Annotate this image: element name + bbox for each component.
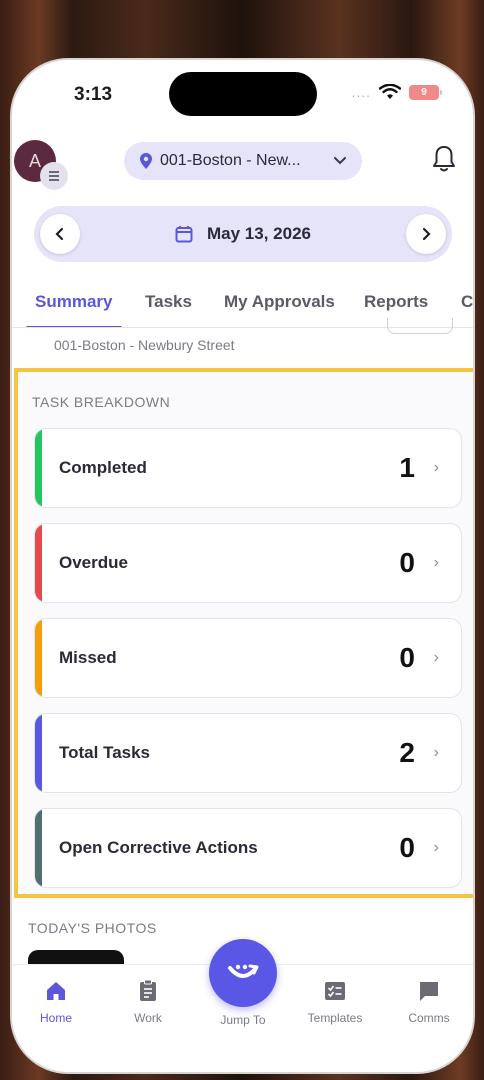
nav-label: Comms: [408, 1011, 450, 1025]
card-label: Total Tasks: [59, 743, 151, 762]
overdue-card[interactable]: Overdue 0 ›: [34, 523, 462, 603]
date-bar: May 13, 2026: [34, 206, 452, 262]
chevron-right-icon: ›: [433, 744, 439, 761]
menu-icon[interactable]: [40, 162, 68, 190]
card-label: Overdue: [59, 553, 128, 572]
task-breakdown-section: TASK BREAKDOWN Completed 1 › Overdue 0 ›…: [14, 368, 473, 898]
chevron-right-icon: ›: [433, 649, 439, 666]
status-color-bar: [35, 524, 42, 602]
location-pin-icon: [140, 153, 152, 169]
signal-icon: ....: [351, 84, 371, 100]
tab-reports[interactable]: Reports: [364, 292, 428, 312]
tab-tasks[interactable]: Tasks: [145, 292, 192, 312]
open-corrective-actions-card[interactable]: Open Corrective Actions 0 ›: [34, 808, 462, 888]
date-label: May 13, 2026: [207, 224, 311, 243]
jump-icon: [228, 964, 259, 978]
status-color-bar: [35, 714, 42, 792]
tab-overflow[interactable]: C: [461, 292, 473, 312]
status-color-bar: [35, 619, 42, 697]
card-count: 0: [399, 832, 415, 863]
chevron-right-icon: ›: [433, 459, 439, 476]
bottom-nav: Home Work Jump To Templates Comms: [12, 939, 473, 1072]
tab-my-approvals[interactable]: My Approvals: [224, 292, 335, 312]
total-tasks-card[interactable]: Total Tasks 2 ›: [34, 713, 462, 793]
status-color-bar: [35, 429, 42, 507]
nav-label: Jump To: [220, 1013, 266, 1027]
date-picker[interactable]: May 13, 2026: [34, 206, 452, 262]
section-title: TASK BREAKDOWN: [32, 394, 171, 410]
nav-label: Templates: [307, 1011, 363, 1025]
completed-card[interactable]: Completed 1 ›: [34, 428, 462, 508]
calendar-icon: [175, 226, 193, 243]
next-date-button[interactable]: [406, 214, 446, 254]
chevron-right-icon: [422, 227, 431, 241]
missed-card[interactable]: Missed 0 ›: [34, 618, 462, 698]
nav-work[interactable]: Work: [108, 979, 188, 1025]
wifi-icon: [379, 84, 401, 99]
nav-label: Home: [39, 1011, 72, 1025]
card-count: 2: [399, 737, 415, 768]
header: A 001-Boston - New...: [12, 138, 473, 190]
card-label: Completed: [59, 458, 147, 477]
location-selector[interactable]: 001-Boston - New...: [124, 142, 362, 180]
home-icon: [47, 982, 65, 1000]
nav-templates[interactable]: Templates: [295, 979, 375, 1025]
photos-section-title: TODAY'S PHOTOS: [28, 920, 157, 936]
status-icons: .... 9: [351, 84, 442, 100]
bell-icon[interactable]: [431, 144, 457, 174]
card-label: Open Corrective Actions: [59, 838, 258, 857]
card-count: 0: [399, 642, 415, 673]
location-subtitle: 001-Boston - Newbury Street: [54, 337, 235, 353]
chat-icon: [420, 982, 438, 1001]
nav-label: Work: [134, 1011, 162, 1025]
jump-to-button[interactable]: [209, 939, 277, 1007]
status-color-bar: [35, 809, 42, 887]
status-bar: 3:13 .... 9: [12, 60, 473, 130]
partial-button[interactable]: [387, 318, 453, 334]
card-count: 0: [399, 547, 415, 578]
card-count: 1: [399, 452, 415, 483]
location-label: 001-Boston - New...: [160, 152, 301, 169]
chevron-right-icon: ›: [433, 839, 439, 856]
card-label: Missed: [59, 648, 117, 667]
battery-icon: 9: [409, 84, 442, 100]
phone-screen: 3:13 .... 9 A 001-Boston - New... May 13…: [12, 60, 473, 1072]
active-tab-indicator: [26, 326, 122, 327]
chevron-down-icon: [334, 157, 346, 165]
dynamic-island: [169, 72, 317, 116]
avatar-initial: A: [28, 150, 41, 171]
nav-comms[interactable]: Comms: [389, 979, 469, 1025]
tab-summary[interactable]: Summary: [35, 292, 112, 312]
chevron-right-icon: ›: [433, 554, 439, 571]
status-time: 3:13: [74, 84, 113, 105]
clipboard-icon: [140, 979, 156, 1001]
templates-icon: [325, 982, 345, 1000]
nav-home[interactable]: Home: [16, 979, 96, 1025]
